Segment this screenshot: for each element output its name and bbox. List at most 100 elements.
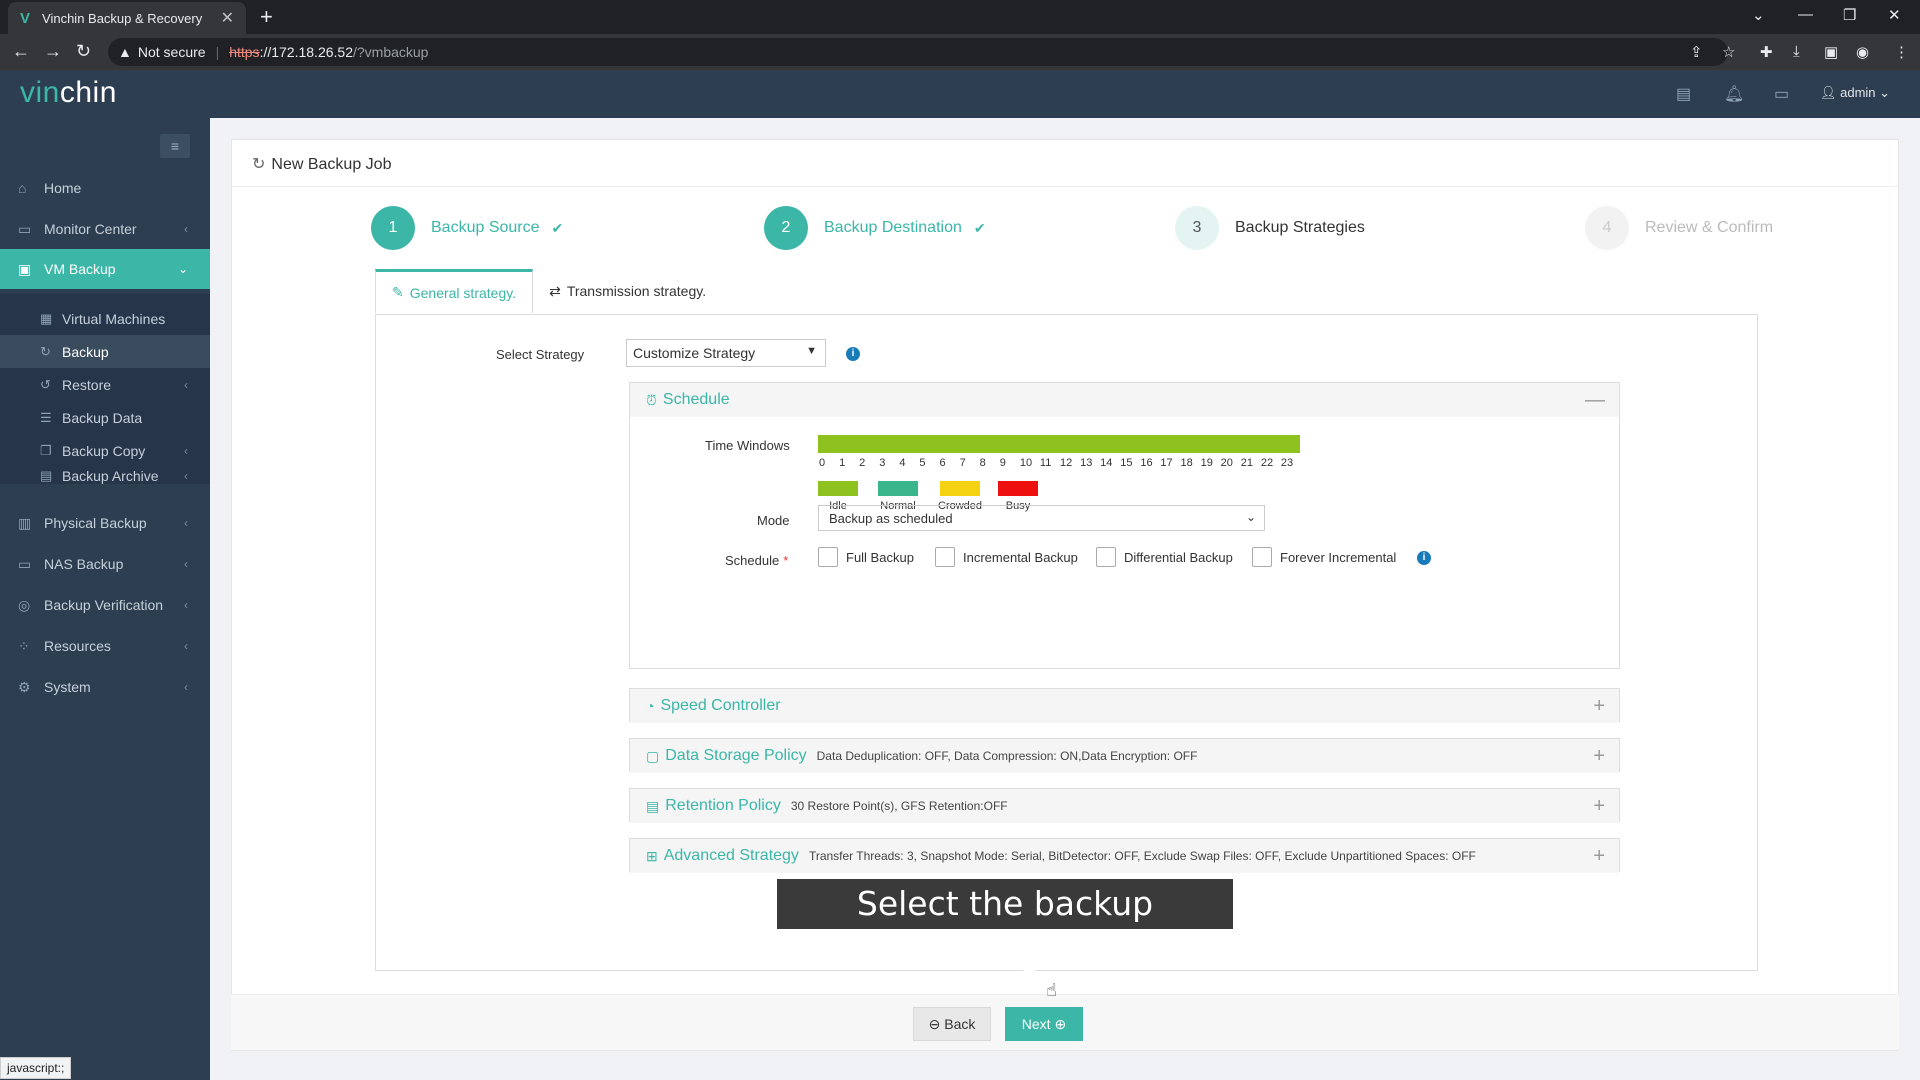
sidebar-item-physical-backup[interactable]: ▥ Physical Backup ‹ [0,503,210,543]
sidebar-item-resources[interactable]: ⁘ Resources ‹ [0,626,210,666]
menu-toggle-icon[interactable]: ≡ [160,134,190,158]
checkbox-box[interactable] [1096,547,1116,567]
user-menu[interactable]: 👤︎ admin ⌄ [1820,85,1890,101]
select-strategy-dropdown[interactable]: Customize Strategy ▼ [626,339,826,367]
hour-tick-label: 0 [819,457,826,469]
checkbox-box[interactable] [1252,547,1272,567]
hour-tick-label: 21 [1240,457,1253,469]
hour-tick-label: 2 [859,457,866,469]
profile-icon[interactable]: ◉ [1856,43,1869,61]
share-icon[interactable]: ⇪ [1690,43,1703,61]
advanced-strategy-panel[interactable]: ⊞ Advanced Strategy Transfer Threads: 3, S… [629,838,1620,873]
back-nav-icon[interactable]: ← [12,41,30,62]
info-icon[interactable]: i [846,347,860,361]
strategy-tabs: ✎ General strategy. ⇄ Transmission strateg… [375,269,722,313]
resources-icon: ⁘ [18,637,30,654]
hour-tick-label: 8 [979,457,986,469]
time-windows-label: Time Windows [705,438,790,453]
expand-icon[interactable]: + [1593,745,1605,768]
tab-general-strategy[interactable]: ✎ General strategy. [375,269,534,313]
sidebar-item-vm-backup[interactable]: ▣ VM Backup ⌄ [0,249,210,289]
hour-tick-label: 7 [959,457,966,469]
differential-backup-checkbox[interactable]: Differential Backup [1096,547,1233,567]
refresh-icon: ↻ [252,156,266,173]
grid-icon: ⊞ [646,847,658,864]
legend-swatch [940,481,981,496]
chevron-left-icon: ‹ [184,443,188,458]
copy-icon: ❐ [40,442,52,458]
download-icon[interactable]: ⤓ [1793,43,1800,60]
chevron-left-icon: ‹ [184,468,188,483]
url-host: ://172.18.26.52 [259,44,353,60]
checkmark-icon: ✔ [551,219,564,236]
monitor-icon[interactable]: ▭ [1774,84,1789,104]
new-tab-button[interactable]: + [260,4,273,30]
home-icon: ⌂ [18,180,27,196]
hour-tick-label: 16 [1140,457,1153,469]
tab-list-icon[interactable]: ⌄ [1752,6,1765,24]
speed-controller-panel[interactable]: ◔ Speed Controller + [629,688,1620,723]
database-icon: ☰ [40,409,52,425]
retention-policy-header: ▤ Retention Policy 30 Restore Point(s), GF… [630,789,1619,823]
expand-icon[interactable]: + [1593,845,1605,868]
divider [232,186,1898,187]
not-secure-label: Not secure [137,44,206,60]
backup-icon: ↻ [40,343,51,359]
address-bar-row: ← → ↻ ▲ Not secure | https://172.18.26.5… [0,34,1920,70]
sidebar-item-backup-verification[interactable]: ◎ Backup Verification ‹ [0,585,210,625]
sidebar: ≡ ⌂ Home ▭ Monitor Center ‹ ▣ VM Backup ⌄ ▦ Vi… [0,118,210,1080]
notification-bell-icon[interactable]: 🔔︎ [1724,84,1744,104]
step-backup-strategies[interactable]: 3 Backup Strategies [1175,206,1365,250]
sidebar-item-nas-backup[interactable]: ▭ NAS Backup ‹ [0,544,210,584]
forever-incremental-checkbox[interactable]: Forever Incremental [1252,547,1396,567]
extensions-icon[interactable]: ✚ [1760,43,1773,61]
omnibox[interactable]: ▲ Not secure | https://172.18.26.52/?vmb… [108,38,1728,66]
side-panel-icon[interactable]: ▣ [1824,43,1838,61]
hour-tick-label: 5 [919,457,926,469]
forward-nav-icon[interactable]: → [44,41,62,62]
data-storage-policy-panel[interactable]: ▢ Data Storage Policy Data Deduplication: … [629,738,1620,773]
restore-icon[interactable]: ❐ [1843,6,1856,24]
minimize-icon[interactable]: — [1798,6,1813,23]
step-backup-destination[interactable]: 2 Backup Destination ✔ [764,206,986,250]
sidebar-item-system[interactable]: ⚙ System ‹ [0,667,210,707]
sidebar-subitem-backup[interactable]: ↻ Backup [0,335,210,368]
checkbox-box[interactable] [935,547,955,567]
sidebar-subitem-backup-copy[interactable]: ❐ Backup Copy ‹ [0,434,210,467]
hour-tick-label: 1 [839,457,846,469]
expand-icon[interactable]: + [1593,795,1605,818]
retention-policy-panel[interactable]: ▤ Retention Policy 30 Restore Point(s), GF… [629,788,1620,823]
sidebar-subitem-virtual-machines[interactable]: ▦ Virtual Machines [0,302,210,335]
close-window-icon[interactable]: ✕ [1888,6,1901,24]
checkbox-box[interactable] [818,547,838,567]
full-backup-checkbox[interactable]: Full Backup [818,547,914,567]
tab-transmission-strategy[interactable]: ⇄ Transmission strategy. [533,271,722,311]
checkmark-icon: ✔ [973,219,986,236]
close-tab-icon[interactable]: ✕ [221,8,234,28]
browser-menu-icon[interactable]: ⋮ [1894,43,1909,61]
time-window-bar[interactable] [818,435,1300,453]
schedule-panel-header[interactable]: ⏰︎ Schedule — [630,383,1619,417]
browser-tab[interactable]: V Vinchin Backup & Recovery ✕ [8,2,246,34]
step-review-confirm: 4 Review & Confirm [1585,206,1773,250]
expand-icon[interactable]: + [1593,695,1605,718]
info-icon[interactable]: i [1417,551,1431,565]
next-button[interactable]: Next ⊕ [1005,1007,1083,1041]
mode-select[interactable]: Backup as scheduled ⌄ [818,505,1265,531]
url-path: /?vmbackup [352,44,429,60]
reload-icon[interactable]: ↻ [76,41,91,62]
sidebar-item-home[interactable]: ⌂ Home [0,168,210,208]
hour-tick-label: 13 [1080,457,1093,469]
bookmark-star-icon[interactable]: ☆ [1722,43,1735,61]
app-header: vinchin ▤ 🔔︎ ▭ 👤︎ admin ⌄ [0,70,1920,118]
sidebar-subitem-restore[interactable]: ↺ Restore ‹ [0,368,210,401]
collapse-icon[interactable]: — [1585,389,1605,412]
incremental-backup-checkbox[interactable]: Incremental Backup [935,547,1078,567]
task-list-icon[interactable]: ▤ [1676,84,1691,104]
step-backup-source[interactable]: 1 Backup Source ✔ [371,206,563,250]
back-button[interactable]: ⊖ Back [913,1007,991,1041]
sidebar-item-monitor-center[interactable]: ▭ Monitor Center ‹ [0,209,210,249]
sidebar-subitem-backup-data[interactable]: ☰ Backup Data [0,401,210,434]
sidebar-subitem-backup-archive[interactable]: ▤ Backup Archive ‹ [0,467,210,484]
schedule-panel: ⏰︎ Schedule — Time Windows 0 1 2 3 4 5 6 7 8 9 10 11 1… [629,382,1620,669]
